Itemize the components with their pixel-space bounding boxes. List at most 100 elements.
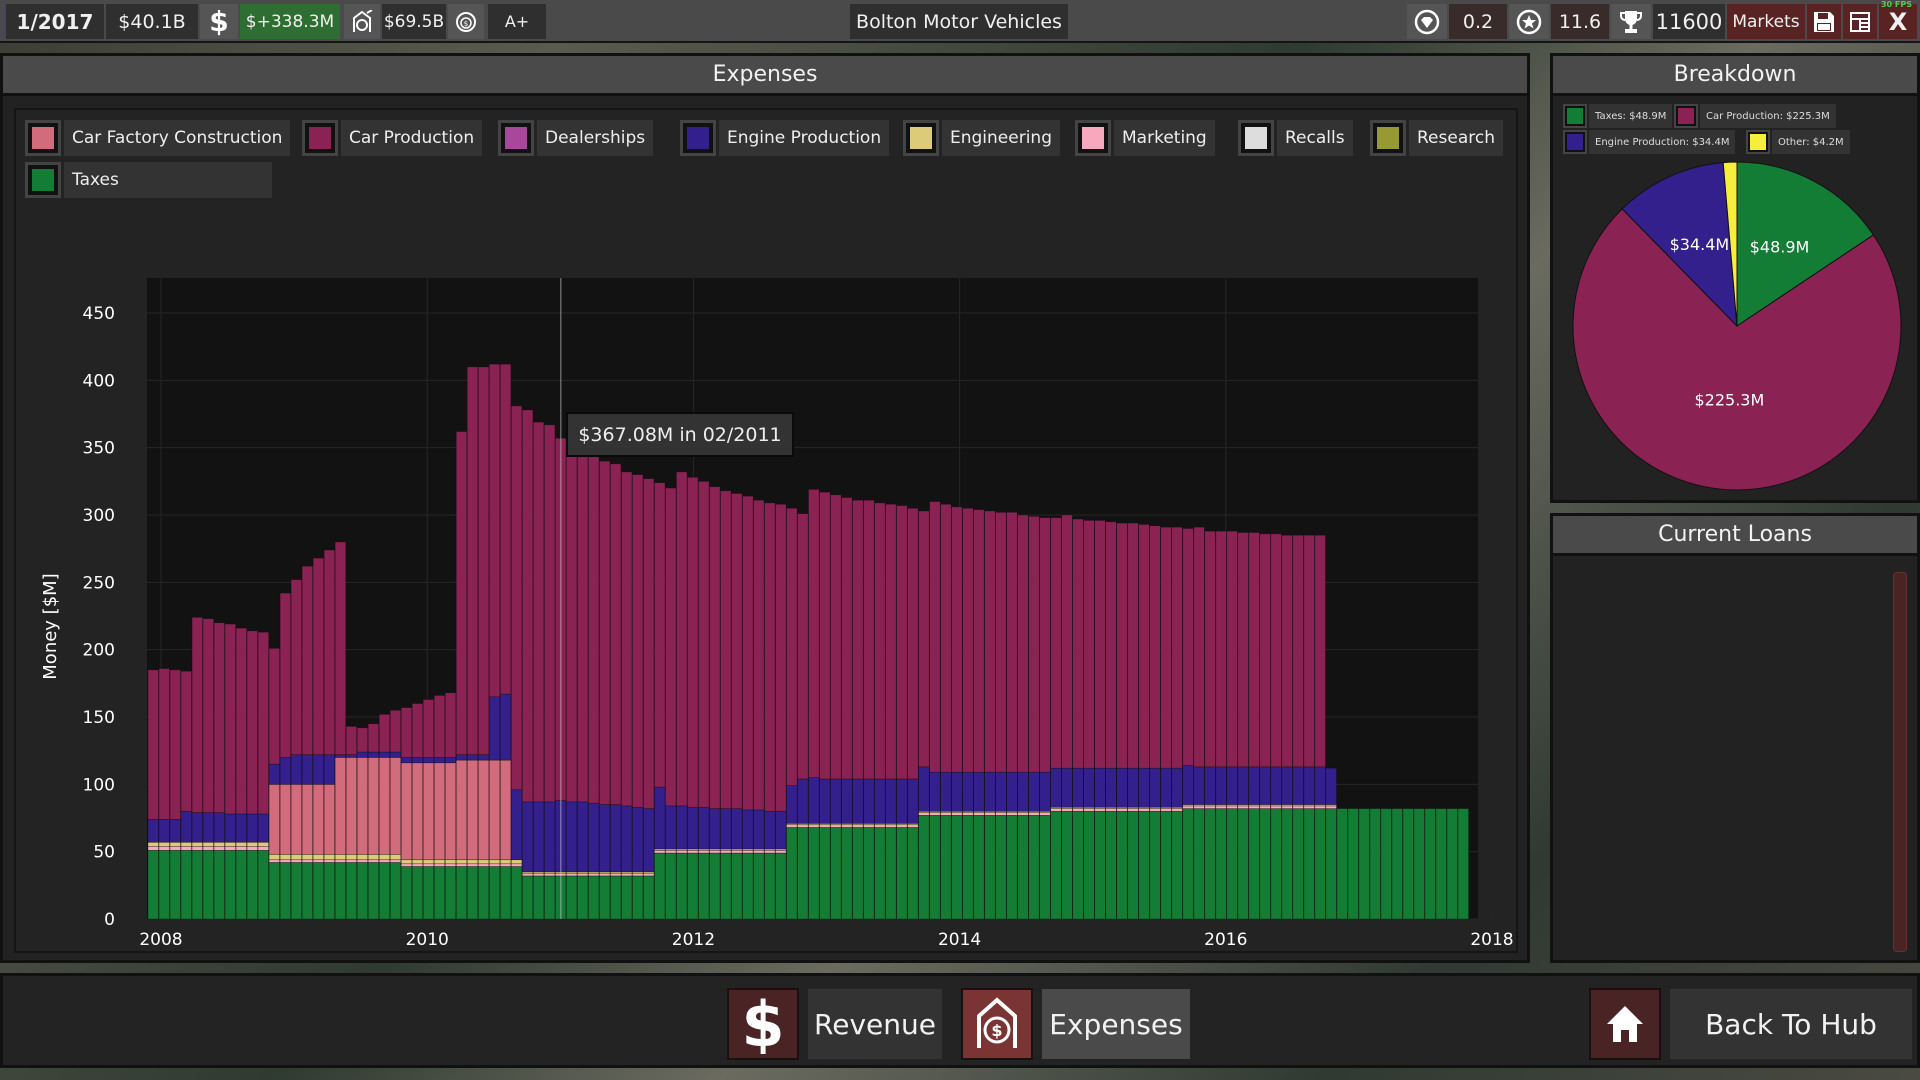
bar-car-factory-construction[interactable] bbox=[433, 762, 446, 861]
bar-car-production[interactable] bbox=[610, 463, 622, 805]
bar-taxes[interactable] bbox=[819, 827, 831, 920]
bar-marketing[interactable] bbox=[1116, 808, 1128, 812]
bar-car-production[interactable] bbox=[742, 495, 754, 811]
bar-taxes[interactable] bbox=[1182, 808, 1194, 920]
bar-marketing[interactable] bbox=[257, 845, 269, 851]
bar-car-production[interactable] bbox=[400, 707, 413, 758]
bar-engine-production[interactable] bbox=[841, 778, 853, 824]
bar-engineering[interactable] bbox=[499, 859, 512, 865]
bar-taxes[interactable] bbox=[676, 852, 688, 920]
bar-car-production[interactable] bbox=[191, 617, 203, 813]
bar-marketing[interactable] bbox=[1039, 812, 1051, 816]
bar-marketing[interactable] bbox=[621, 872, 633, 877]
bar-taxes[interactable] bbox=[841, 827, 853, 920]
bar-car-factory-construction[interactable] bbox=[356, 757, 369, 855]
bar-taxes[interactable] bbox=[1072, 810, 1084, 920]
bar-engine-production[interactable] bbox=[907, 778, 919, 824]
bar-marketing[interactable] bbox=[499, 863, 512, 867]
bar-taxes[interactable] bbox=[885, 827, 897, 920]
bar-marketing[interactable] bbox=[918, 812, 930, 816]
bar-engine-production[interactable] bbox=[951, 771, 963, 812]
bar-taxes[interactable] bbox=[268, 862, 280, 920]
bar-engine-production[interactable] bbox=[885, 778, 897, 824]
bar-engine-production[interactable] bbox=[202, 812, 214, 843]
bar-engine-production[interactable] bbox=[532, 801, 545, 873]
bar-car-production[interactable] bbox=[389, 709, 402, 753]
bar-taxes[interactable] bbox=[687, 852, 699, 920]
bar-taxes[interactable] bbox=[378, 862, 391, 920]
bar-engineering[interactable] bbox=[356, 854, 369, 861]
bar-engine-production[interactable] bbox=[775, 810, 787, 850]
bar-car-production[interactable] bbox=[1292, 534, 1304, 768]
bar-taxes[interactable] bbox=[1171, 810, 1183, 920]
bar-taxes[interactable] bbox=[158, 850, 170, 920]
bar-car-production[interactable] bbox=[246, 630, 258, 815]
bar-engine-production[interactable] bbox=[169, 819, 181, 843]
bar-taxes[interactable] bbox=[1457, 808, 1469, 920]
bar-engine-production[interactable] bbox=[213, 812, 225, 843]
bar-marketing[interactable] bbox=[334, 859, 347, 863]
bar-car-production[interactable] bbox=[543, 424, 556, 803]
bar-engine-production[interactable] bbox=[334, 754, 347, 758]
bar-car-production[interactable] bbox=[709, 486, 721, 809]
bar-car-factory-construction[interactable] bbox=[455, 759, 468, 861]
bar-engineering[interactable] bbox=[290, 854, 303, 861]
bar-engineering[interactable] bbox=[455, 859, 468, 865]
bar-car-production[interactable] bbox=[676, 471, 688, 807]
bar-marketing[interactable] bbox=[1303, 805, 1315, 809]
bar-taxes[interactable] bbox=[367, 862, 380, 920]
bar-car-production[interactable] bbox=[1006, 512, 1018, 773]
bar-engine-production[interactable] bbox=[687, 806, 699, 850]
bar-car-production[interactable] bbox=[654, 482, 666, 788]
bar-car-production[interactable] bbox=[1303, 534, 1315, 768]
bar-engine-production[interactable] bbox=[158, 819, 170, 843]
bar-taxes[interactable] bbox=[477, 866, 490, 920]
bar-car-production[interactable] bbox=[301, 565, 314, 756]
bar-car-production[interactable] bbox=[918, 510, 930, 768]
bar-engineering[interactable] bbox=[147, 841, 159, 847]
bar-taxes[interactable] bbox=[191, 850, 203, 920]
bar-engine-production[interactable] bbox=[499, 693, 512, 761]
bar-marketing[interactable] bbox=[885, 824, 897, 828]
bar-taxes[interactable] bbox=[918, 815, 930, 920]
bar-engine-production[interactable] bbox=[1039, 771, 1051, 812]
bar-car-production[interactable] bbox=[808, 489, 820, 778]
bar-car-production[interactable] bbox=[1259, 533, 1271, 768]
bar-engine-production[interactable] bbox=[863, 778, 875, 824]
legend-item-car-factory-construction[interactable]: Car Factory Construction bbox=[25, 120, 291, 156]
bar-taxes[interactable] bbox=[1292, 808, 1304, 920]
bar-engine-production[interactable] bbox=[896, 778, 908, 824]
bar-car-production[interactable] bbox=[940, 503, 952, 773]
bar-engine-production[interactable] bbox=[621, 805, 633, 873]
bar-engine-production[interactable] bbox=[191, 812, 203, 843]
bar-engine-production[interactable] bbox=[698, 806, 710, 850]
bar-taxes[interactable] bbox=[1050, 810, 1062, 920]
bar-taxes[interactable] bbox=[797, 827, 809, 920]
bar-engine-production[interactable] bbox=[709, 808, 721, 850]
bar-marketing[interactable] bbox=[1182, 805, 1194, 809]
bar-car-production[interactable] bbox=[499, 363, 512, 695]
bar-car-factory-construction[interactable] bbox=[268, 784, 280, 855]
bar-marketing[interactable] bbox=[444, 863, 457, 867]
bar-taxes[interactable] bbox=[610, 875, 622, 920]
bar-marketing[interactable] bbox=[1083, 808, 1095, 812]
bar-taxes[interactable] bbox=[180, 850, 192, 920]
bar-engine-production[interactable] bbox=[1237, 766, 1249, 805]
bar-taxes[interactable] bbox=[1138, 810, 1150, 920]
bar-marketing[interactable] bbox=[610, 872, 622, 877]
expenses-icon-button[interactable]: $ bbox=[961, 988, 1033, 1060]
bar-engine-production[interactable] bbox=[830, 778, 842, 824]
bar-taxes[interactable] bbox=[1402, 808, 1414, 920]
bar-marketing[interactable] bbox=[345, 859, 358, 863]
bar-taxes[interactable] bbox=[1325, 808, 1337, 920]
bar-car-production[interactable] bbox=[698, 481, 710, 808]
bar-car-production[interactable] bbox=[830, 494, 842, 780]
bar-marketing[interactable] bbox=[654, 850, 666, 854]
bar-marketing[interactable] bbox=[400, 863, 413, 867]
bar-taxes[interactable] bbox=[588, 875, 600, 920]
bar-marketing[interactable] bbox=[235, 845, 247, 851]
bar-engine-production[interactable] bbox=[235, 813, 247, 843]
bar-taxes[interactable] bbox=[1028, 815, 1040, 920]
bar-marketing[interactable] bbox=[797, 824, 809, 828]
bar-marketing[interactable] bbox=[477, 863, 490, 867]
